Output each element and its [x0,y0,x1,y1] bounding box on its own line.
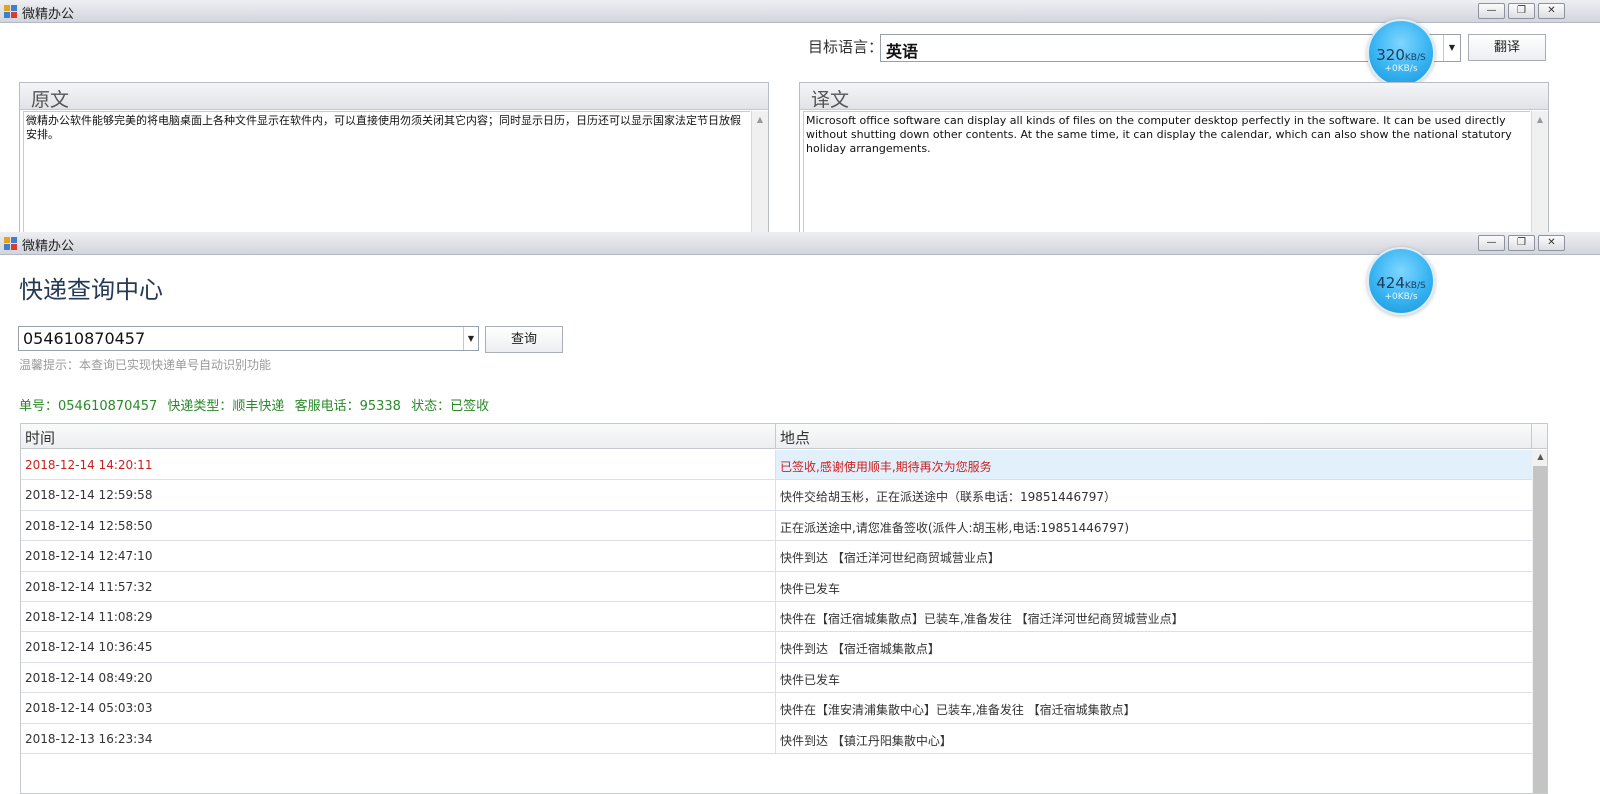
table-scrollbar[interactable]: ▲ [1532,450,1547,793]
scrollbar-thumb[interactable] [1533,466,1547,793]
cell-location: 快件到达 【宿迁宿城集散点】 [780,642,940,657]
table-row[interactable]: 2018-12-14 11:08:29 快件在【宿迁宿城集散点】已装车,准备发往 … [21,601,1532,633]
translate-button[interactable]: 翻译 [1468,34,1546,61]
maximize-button[interactable]: ❐ [1508,3,1535,19]
table-row[interactable]: 2018-12-14 12:59:58 快件交给胡玉彬，正在派送途中（联系电话：1… [21,480,1532,511]
scroll-up-icon[interactable]: ▲ [752,115,768,124]
cell-location: 已签收,感谢使用顺丰,期待再次为您服务 [780,460,992,474]
window-title: 微精办公 [22,7,75,22]
speed-upload: +0KB/s [1384,64,1418,74]
cell-time: 2018-12-14 10:36:45 [25,640,153,655]
cell-time: 2018-12-14 11:08:29 [25,609,153,624]
page-title: 快递查询中心 [19,276,163,304]
cell-location: 快件在【淮安清浦集散中心】已装车,准备发往 【宿迁宿城集散点】 [780,703,1136,718]
table-row[interactable]: 2018-12-14 05:03:03 快件在【淮安清浦集散中心】已装车,准备发往… [21,693,1532,724]
tracking-table: 时间 地点 2018-12-14 14:20:11 已签收,感谢使用顺丰,期待再次… [20,423,1548,794]
speed-value: 320 [1376,46,1405,64]
cell-time: 2018-12-14 12:58:50 [25,518,153,533]
close-button[interactable]: ✕ [1538,235,1565,251]
table-row[interactable]: 2018-12-14 12:47:10 快件到达 【宿迁洋河世纪商贸城营业点】 [21,541,1532,572]
cell-location: 快件交给胡玉彬，正在派送途中（联系电话：19851446797） [780,490,1116,505]
target-language-value: 英语 [886,42,919,61]
scroll-up-icon[interactable]: ▲ [1532,452,1547,461]
minimize-button[interactable]: — [1478,3,1505,19]
cell-time: 2018-12-14 05:03:03 [25,701,153,716]
express-window: 微精办公 — ❐ ✕ 424KB/S +0KB/s 快递查询中心 0546108… [0,232,1600,794]
table-row[interactable]: 2018-12-14 14:20:11 已签收,感谢使用顺丰,期待再次为您服务 [21,450,1532,481]
query-button[interactable]: 查询 [485,326,563,353]
speed-unit: KB/S [1404,281,1426,291]
source-panel: 原文 微精办公软件能够完美的将电脑桌面上各种文件显示在软件内，可以直接使用勿须关… [19,82,769,232]
minimize-button[interactable]: — [1478,235,1505,251]
speed-unit: KB/S [1404,53,1426,63]
result-summary: 单号：054610870457 快递类型：顺丰快递 客服电话：95338 状态：… [19,395,495,414]
cell-location: 快件到达 【宿迁洋河世纪商贸城营业点】 [780,551,1000,566]
maximize-button[interactable]: ❐ [1508,235,1535,251]
target-panel-title: 译文 [811,89,850,111]
table-row[interactable]: 2018-12-14 08:49:20 快件已发车 [21,662,1532,694]
cell-location: 快件已发车 [780,672,841,687]
speed-upload: +0KB/s [1384,292,1418,302]
tracking-number-value: 054610870457 [23,329,146,348]
cell-time: 2018-12-14 12:47:10 [25,549,153,564]
target-textarea[interactable]: Microsoft office software can display al… [803,111,1530,232]
express-type-info: 快递类型：顺丰快递 [167,399,285,414]
window-title: 微精办公 [22,239,75,254]
dropdown-arrow-icon[interactable]: ▼ [1443,35,1460,61]
tracking-number-input[interactable]: 054610870457 ▼ [18,326,479,351]
table-row[interactable]: 2018-12-14 12:58:50 正在派送途中,请您准备签收(派件人:胡玉彬… [21,510,1532,542]
cell-time: 2018-12-14 08:49:20 [25,670,153,685]
table-header: 时间 地点 [21,424,1547,449]
source-textarea[interactable]: 微精办公软件能够完美的将电脑桌面上各种文件显示在软件内，可以直接使用勿须关闭其它… [23,111,750,232]
app-logo-icon [4,5,17,18]
tip-text: 温馨提示：本查询已实现快递单号自动识别功能 [19,358,272,372]
title-bar: 微精办公 — ❐ ✕ [0,232,1600,255]
table-row[interactable]: 2018-12-14 10:36:45 快件到达 【宿迁宿城集散点】 [21,632,1532,663]
column-header-time[interactable]: 时间 [25,427,55,448]
target-panel: 译文 Microsoft office software can display… [799,82,1549,232]
cell-time: 2018-12-14 14:20:11 [25,458,153,472]
cell-location: 正在派送途中,请您准备签收(派件人:胡玉彬,电话:19851446797) [780,520,1130,535]
source-panel-title: 原文 [31,89,70,111]
title-bar: 微精办公 — ❐ ✕ [0,0,1600,23]
scroll-up-icon[interactable]: ▲ [1532,115,1548,124]
target-language-label: 目标语言： [808,38,884,56]
translate-window: 微精办公 — ❐ ✕ 目标语言： 英语 ▼ 翻译 320KB/S +0KB/s … [0,0,1600,232]
cell-location: 快件在【宿迁宿城集散点】已装车,准备发往 【宿迁洋河世纪商贸城营业点】 [780,611,1184,626]
column-header-location[interactable]: 地点 [780,427,810,448]
close-button[interactable]: ✕ [1538,3,1565,19]
cell-location: 快件已发车 [780,581,841,596]
target-scrollbar[interactable]: ▲ [1531,111,1548,232]
source-scrollbar[interactable]: ▲ [751,111,768,232]
status-info: 状态：已签收 [411,399,490,414]
cell-time: 2018-12-14 12:59:58 [25,488,153,503]
cell-location: 快件到达 【镇江丹阳集散中心】 [780,733,952,748]
network-speed-badge[interactable]: 424KB/S +0KB/s [1367,247,1435,315]
network-speed-badge[interactable]: 320KB/S +0KB/s [1367,19,1435,87]
service-phone-info: 客服电话：95338 [294,399,401,414]
cell-time: 2018-12-14 11:57:32 [25,579,153,594]
app-logo-icon [4,237,17,250]
table-row[interactable]: 2018-12-14 11:57:32 快件已发车 [21,571,1532,602]
table-row[interactable]: 2018-12-13 16:23:34 快件到达 【镇江丹阳集散中心】 [21,723,1532,754]
dropdown-arrow-icon[interactable]: ▼ [463,327,478,350]
tracking-number-info: 单号：054610870457 [19,399,158,414]
speed-value: 424 [1376,274,1405,292]
table-body: 2018-12-14 14:20:11 已签收,感谢使用顺丰,期待再次为您服务 20… [21,450,1532,754]
cell-time: 2018-12-13 16:23:34 [25,731,153,746]
